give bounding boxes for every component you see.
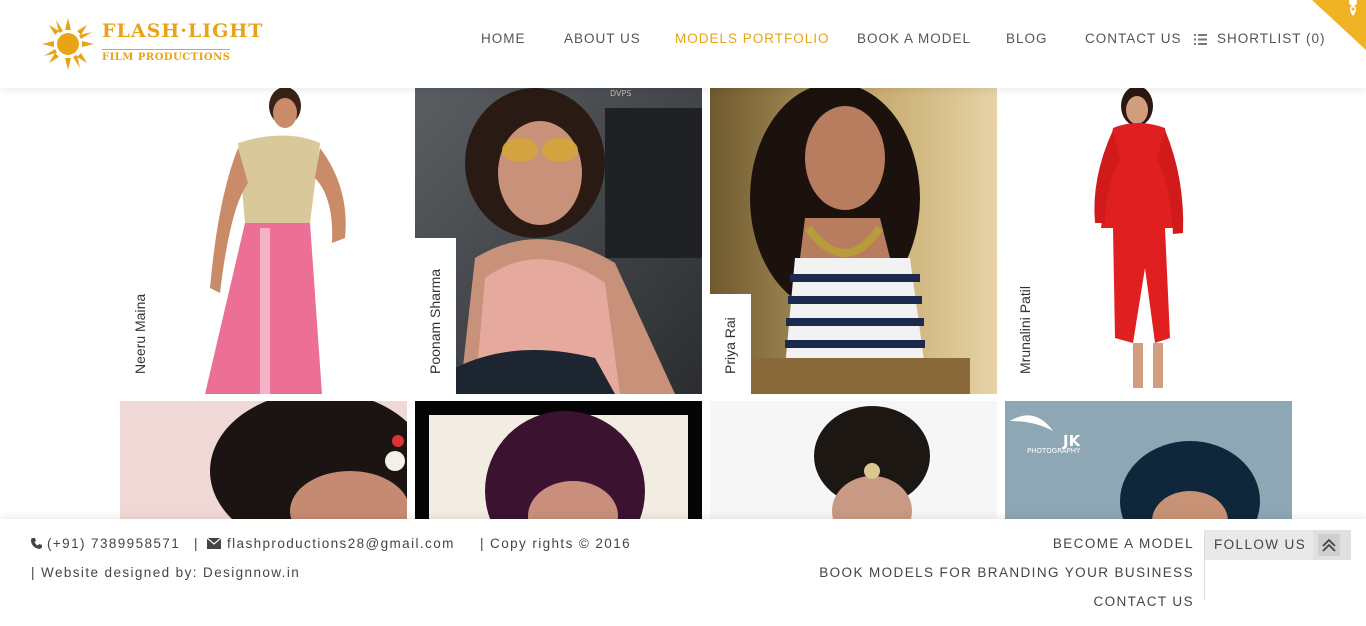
follow-us-button[interactable]: FOLLOW US bbox=[1205, 530, 1313, 560]
model-photo bbox=[710, 401, 997, 519]
model-photo bbox=[710, 88, 997, 394]
footer-copyright: | Copy rights © 2016 bbox=[480, 536, 632, 551]
footer-link-contact-us[interactable]: CONTACT US bbox=[1093, 594, 1194, 609]
model-name[interactable]: Poonam Sharma bbox=[427, 269, 443, 374]
nav-contact-us[interactable]: CONTACT US bbox=[1085, 31, 1182, 46]
chevron-double-up-icon bbox=[1318, 534, 1340, 556]
footer-email[interactable]: flashproductions28@gmail.com bbox=[227, 536, 455, 551]
site-footer: (+91) 7389958571 | flashproductions28@gm… bbox=[0, 519, 1366, 626]
footer-separator: | bbox=[194, 536, 199, 551]
model-photo bbox=[120, 401, 407, 519]
list-icon[interactable] bbox=[1194, 34, 1207, 45]
model-photo bbox=[1005, 88, 1292, 394]
footer-link-book-models[interactable]: BOOK MODELS FOR BRANDING YOUR BUSINESS bbox=[819, 565, 1194, 580]
model-photo bbox=[415, 401, 702, 519]
nav-about-us[interactable]: ABOUT US bbox=[564, 31, 641, 46]
phone-icon bbox=[31, 538, 42, 549]
nav-home[interactable]: HOME bbox=[481, 31, 526, 46]
model-name[interactable]: Neeru Maina bbox=[132, 294, 148, 374]
model-photo: JK PHOTOGRAPHY bbox=[1005, 401, 1292, 519]
model-photo: DVPS bbox=[415, 88, 702, 394]
site-header: FLASH·LIGHT FILM PRODUCTIONS HOME ABOUT … bbox=[0, 0, 1366, 88]
model-card-priya-rai[interactable]: Priya Rai bbox=[710, 88, 997, 394]
nav-book-a-model[interactable]: BOOK A MODEL bbox=[857, 31, 971, 46]
model-card[interactable] bbox=[415, 401, 702, 519]
follow-us-label: FOLLOW US bbox=[1214, 537, 1307, 552]
model-name[interactable]: Mrunalini Patil bbox=[1017, 286, 1033, 374]
location-corner-badge[interactable] bbox=[1312, 0, 1366, 50]
watermark-photography: PHOTOGRAPHY bbox=[1027, 447, 1081, 455]
model-name[interactable]: Priya Rai bbox=[722, 317, 738, 374]
footer-designed-by[interactable]: | Website designed by: Designnow.in bbox=[31, 565, 300, 580]
site-logo[interactable]: FLASH·LIGHT FILM PRODUCTIONS bbox=[40, 16, 262, 72]
envelope-icon bbox=[207, 538, 221, 549]
model-card-mrunalini-patil[interactable]: Mrunalini Patil bbox=[1005, 88, 1292, 394]
footer-link-become-a-model[interactable]: BECOME A MODEL bbox=[1053, 536, 1194, 551]
nav-shortlist[interactable]: SHORTLIST (0) bbox=[1217, 31, 1326, 46]
logo-subtitle: FILM PRODUCTIONS bbox=[102, 49, 231, 63]
model-card[interactable]: JK PHOTOGRAPHY bbox=[1005, 401, 1292, 519]
logo-title: FLASH·LIGHT bbox=[102, 20, 264, 42]
watermark-dvps: DVPS bbox=[610, 89, 631, 98]
model-photo bbox=[120, 88, 407, 394]
model-card[interactable] bbox=[120, 401, 407, 519]
nav-models-portfolio[interactable]: MODELS PORTFOLIO bbox=[675, 31, 830, 46]
footer-phone[interactable]: (+91) 7389958571 bbox=[47, 536, 180, 551]
model-card[interactable] bbox=[710, 401, 997, 519]
model-card-neeru-maina[interactable]: Neeru Maina bbox=[120, 88, 407, 394]
nav-blog[interactable]: BLOG bbox=[1006, 31, 1048, 46]
sun-logo-icon bbox=[42, 18, 94, 70]
follow-toggle-button[interactable] bbox=[1313, 530, 1351, 560]
model-card-poonam-sharma[interactable]: DVPS Poonam Sharma bbox=[415, 88, 702, 394]
